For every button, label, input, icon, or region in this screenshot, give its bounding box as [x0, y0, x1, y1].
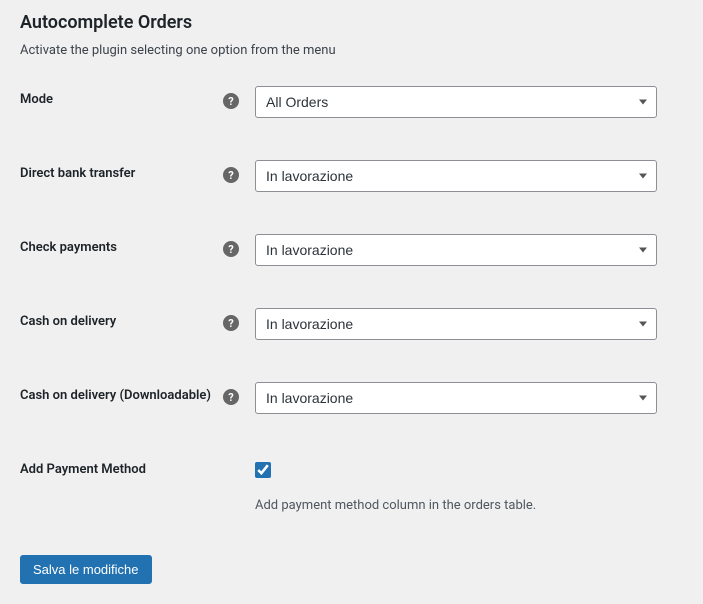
direct-bank-select[interactable]: In lavorazione: [255, 160, 657, 192]
add-payment-method-checkbox[interactable]: [255, 462, 271, 478]
page-subtitle: Activate the plugin selecting one option…: [20, 43, 683, 58]
save-button[interactable]: Salva le modifiche: [20, 555, 152, 584]
cash-on-delivery-label: Cash on delivery: [20, 314, 116, 331]
cash-on-delivery-dl-label: Cash on delivery (Downloadable): [20, 388, 211, 405]
help-icon[interactable]: ?: [223, 93, 239, 109]
mode-select[interactable]: All Orders: [255, 86, 657, 118]
help-icon[interactable]: ?: [223, 241, 239, 257]
help-icon[interactable]: ?: [223, 315, 239, 331]
page-title: Autocomplete Orders: [20, 12, 683, 33]
check-payments-select[interactable]: In lavorazione: [255, 234, 657, 266]
add-payment-method-description: Add payment method column in the orders …: [255, 498, 657, 513]
cash-on-delivery-select[interactable]: In lavorazione: [255, 308, 657, 340]
check-payments-label: Check payments: [20, 240, 117, 257]
help-icon[interactable]: ?: [223, 167, 239, 183]
help-icon[interactable]: ?: [223, 389, 239, 405]
cash-on-delivery-dl-select[interactable]: In lavorazione: [255, 382, 657, 414]
add-payment-method-label: Add Payment Method: [20, 462, 146, 479]
mode-label: Mode: [20, 92, 53, 109]
direct-bank-label: Direct bank transfer: [20, 166, 135, 183]
